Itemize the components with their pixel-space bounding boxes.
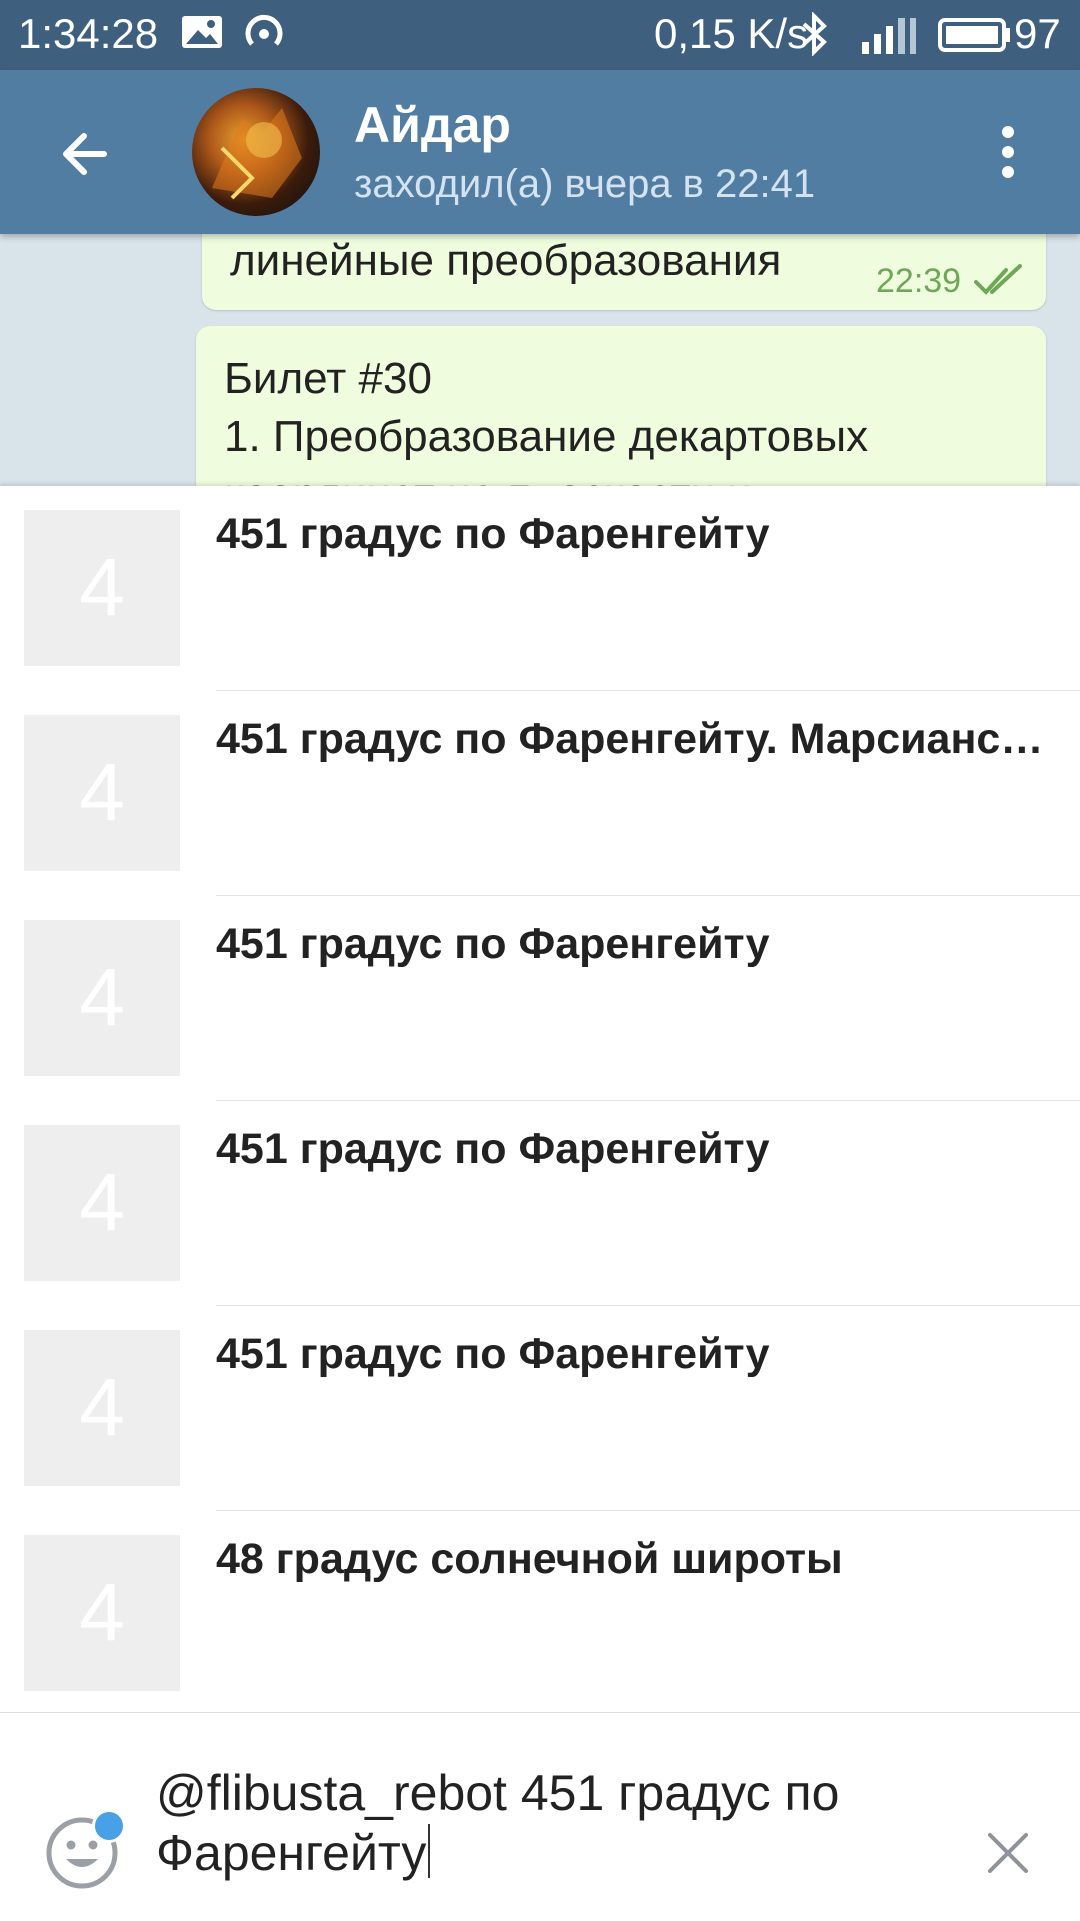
- double-check-icon: [974, 264, 1024, 298]
- more-vert-icon[interactable]: [992, 122, 1024, 182]
- chat-area: линейные преобразования 22:39 Билет #30 …: [0, 234, 1080, 486]
- book-thumbnail: 4: [24, 1330, 180, 1486]
- book-thumbnail: 4: [24, 1125, 180, 1281]
- notification-dot: [92, 1809, 126, 1843]
- hotspot-icon: [242, 12, 286, 61]
- chat-header: Айдар заходил(а) вчера в 22:41: [0, 70, 1080, 234]
- network-speed: 0,15 K/s: [654, 10, 809, 57]
- book-thumbnail: 4: [24, 715, 180, 871]
- message-text: Билет #30: [224, 354, 432, 403]
- battery-icon: [938, 12, 1012, 61]
- message-bubble[interactable]: линейные преобразования 22:39: [202, 234, 1046, 310]
- result-item[interactable]: 4 48 градус солнечной широты: [0, 1511, 1080, 1716]
- bluetooth-icon: [800, 11, 830, 61]
- message-text: линейные преобразования: [230, 236, 782, 285]
- status-time: 1:34:28: [18, 10, 159, 57]
- image-icon: [180, 12, 224, 57]
- book-thumbnail: 4: [24, 920, 180, 1076]
- result-item[interactable]: 4 451 градус по Фаренгейту: [0, 1306, 1080, 1511]
- 4g-signal-icon: [858, 12, 918, 61]
- inline-results-list: 4 451 градус по Фаренгейту 4 451 градус …: [0, 486, 1080, 1712]
- text-caret: [428, 1824, 431, 1878]
- input-text-line: @flibusta_rebot 451 градус по: [156, 1765, 840, 1821]
- result-title: 48 градус солнечной широты: [216, 1535, 843, 1583]
- contact-name[interactable]: Айдар: [354, 96, 511, 154]
- avatar[interactable]: [192, 88, 320, 216]
- contact-last-seen: заходил(а) вчера в 22:41: [354, 162, 816, 206]
- message-input-bar: @flibusta_rebot 451 градус по Фаренгейту: [0, 1712, 1080, 1921]
- input-text-line: Фаренгейту: [156, 1825, 427, 1881]
- result-title: 451 градус по Фаренгейту: [216, 1125, 770, 1173]
- result-item[interactable]: 4 451 градус по Фаренгейту: [0, 896, 1080, 1101]
- result-item[interactable]: 4 451 градус по Фаренгейту. Марсианские …: [0, 691, 1080, 896]
- result-item[interactable]: 4 451 градус по Фаренгейту: [0, 486, 1080, 691]
- result-item[interactable]: 4 451 градус по Фаренгейту: [0, 1101, 1080, 1306]
- message-bubble[interactable]: Билет #30 1. Преобразование декартовых к…: [196, 326, 1046, 486]
- status-bar: 1:34:28 0,15 K/s 97: [0, 0, 1080, 70]
- message-text: координат на плоскости и в: [224, 470, 787, 486]
- result-title: 451 градус по Фаренгейту: [216, 1330, 770, 1378]
- book-thumbnail: 4: [24, 510, 180, 666]
- battery-level: 97: [1014, 10, 1061, 57]
- message-text: 1. Преобразование декартовых: [224, 412, 869, 461]
- message-input[interactable]: @flibusta_rebot 451 градус по Фаренгейту: [156, 1763, 946, 1883]
- message-time: 22:39: [876, 262, 962, 300]
- book-thumbnail: 4: [24, 1535, 180, 1691]
- result-title: 451 градус по Фаренгейту: [216, 920, 770, 968]
- back-arrow-icon[interactable]: [48, 118, 120, 190]
- result-title: 451 градус по Фаренгейту: [216, 510, 770, 558]
- clear-icon[interactable]: [986, 1831, 1030, 1875]
- result-title: 451 градус по Фаренгейту. Марсианские хр…: [216, 715, 1046, 763]
